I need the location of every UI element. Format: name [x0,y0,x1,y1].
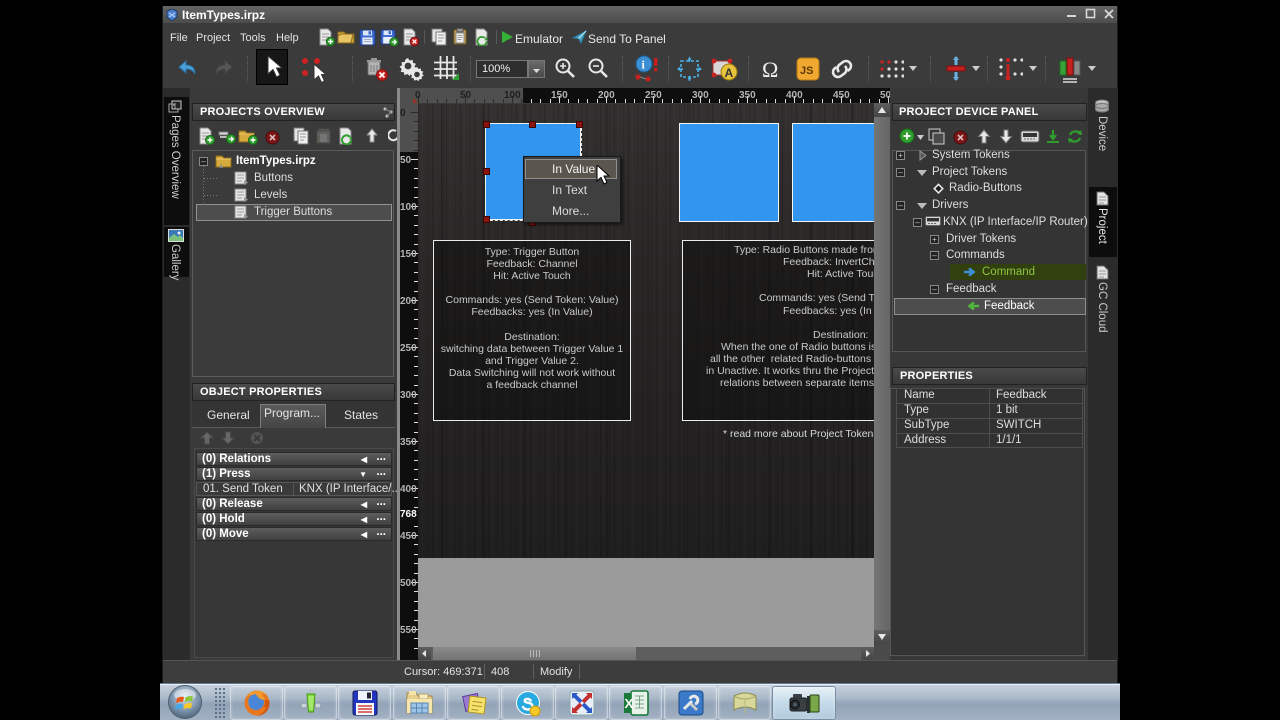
svg-text:¶: ¶ [173,104,176,110]
svg-text:X: X [625,696,634,711]
